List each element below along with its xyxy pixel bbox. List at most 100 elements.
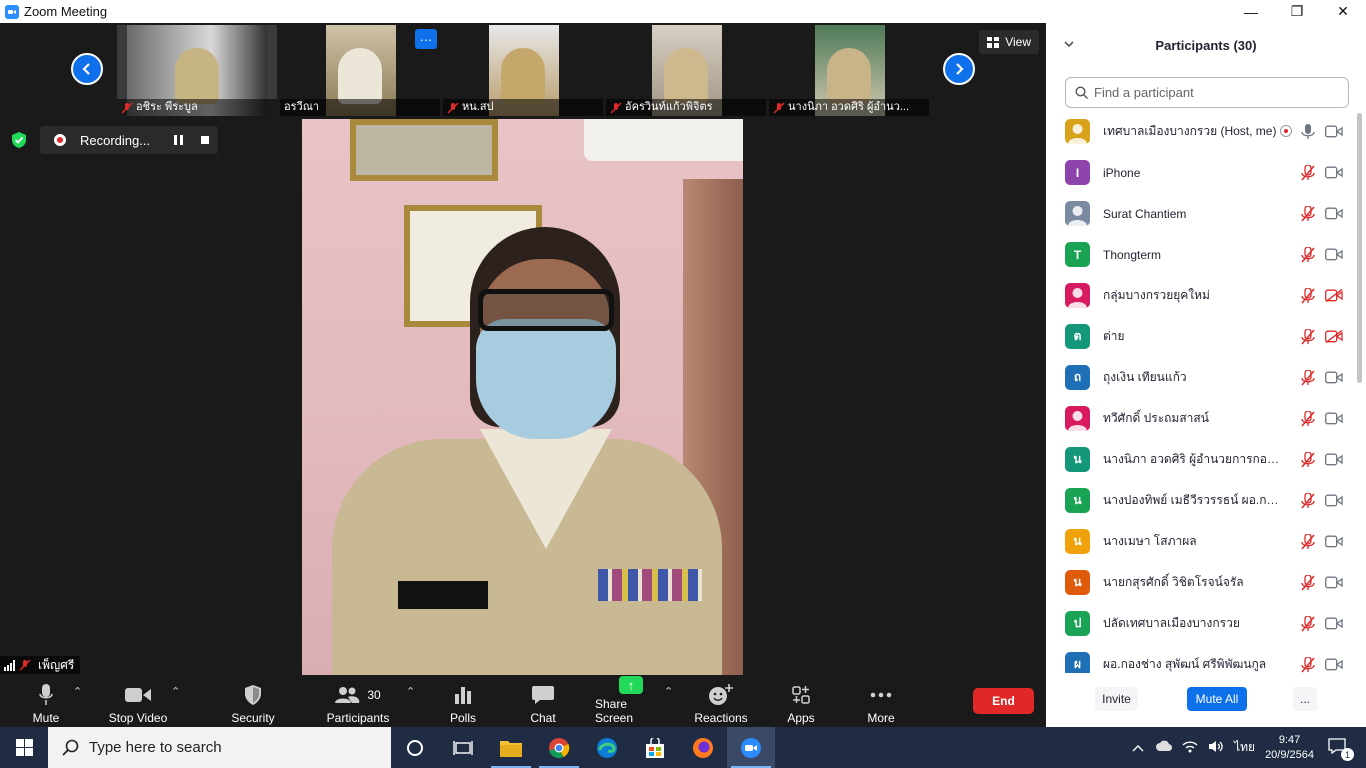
camera-on-icon[interactable]: [1325, 207, 1343, 220]
security-button[interactable]: Security: [226, 677, 280, 725]
participants-button[interactable]: 30 Participants: [323, 677, 393, 725]
stop-video-button[interactable]: Stop Video: [103, 677, 173, 725]
participant-name: นางเมษา โสภาผล: [1103, 534, 1197, 548]
camera-on-icon[interactable]: [1325, 617, 1343, 630]
wifi-icon[interactable]: [1182, 740, 1198, 756]
reactions-button[interactable]: Reactions: [693, 677, 749, 725]
participant-row[interactable]: ต ต่าย: [1046, 316, 1356, 357]
stop-recording-button[interactable]: [201, 136, 209, 144]
mic-off-icon[interactable]: [1301, 369, 1315, 386]
participant-search-input[interactable]: Find a participant: [1065, 77, 1349, 108]
mic-off-icon[interactable]: [1301, 205, 1315, 222]
camera-on-icon[interactable]: [1325, 494, 1343, 507]
polls-button[interactable]: Polls: [442, 677, 484, 725]
video-tile[interactable]: อชิระ พีระบูล: [117, 25, 277, 116]
audio-options-caret[interactable]: ⌃: [73, 685, 82, 698]
camera-on-icon[interactable]: [1325, 535, 1343, 548]
mic-off-icon[interactable]: [1301, 615, 1315, 632]
participant-row[interactable]: ป ปลัดเทศบาลเมืองบางกรวย: [1046, 603, 1356, 644]
notification-center-button[interactable]: 1: [1328, 738, 1354, 761]
camera-off-icon[interactable]: [1325, 288, 1343, 303]
participant-row[interactable]: น นางปองทิพย์ เมธีวีรวรรธน์ ผอ.กองสวัส...: [1046, 480, 1356, 521]
mic-off-icon[interactable]: [1301, 328, 1315, 345]
camera-on-icon[interactable]: [1325, 453, 1343, 466]
video-tile[interactable]: หน.สป: [443, 25, 603, 116]
cortana-button[interactable]: [391, 727, 439, 768]
participant-row[interactable]: น นางเมษา โสภาผล: [1046, 521, 1356, 562]
mic-off-icon[interactable]: [1301, 287, 1315, 304]
close-button[interactable]: ✕: [1320, 0, 1366, 23]
participant-row[interactable]: ผ ผอ.กองช่าง สุพัฒน์ ศรีพิพัฒนกูล: [1046, 644, 1356, 673]
mute-all-button[interactable]: Mute All: [1187, 687, 1247, 711]
end-meeting-button[interactable]: End: [973, 688, 1034, 714]
firefox-taskbar[interactable]: [679, 727, 727, 768]
camera-on-icon[interactable]: [1325, 371, 1343, 384]
input-language-indicator[interactable]: ไทย: [1234, 738, 1255, 757]
participant-avatar: น: [1065, 570, 1090, 595]
mic-off-icon[interactable]: [1301, 656, 1315, 673]
volume-icon[interactable]: [1208, 740, 1224, 756]
participant-row[interactable]: ทวีศักดิ์ ประถมสาสน์: [1046, 398, 1356, 439]
task-view-button[interactable]: [439, 727, 487, 768]
tile-more-button[interactable]: ···: [415, 29, 437, 49]
share-options-caret[interactable]: ⌃: [664, 685, 673, 698]
chrome-taskbar[interactable]: [535, 727, 583, 768]
mic-off-icon[interactable]: [1301, 246, 1315, 263]
chat-button[interactable]: Chat: [523, 677, 563, 725]
camera-off-icon[interactable]: [1325, 329, 1343, 344]
more-button[interactable]: More: [861, 677, 901, 725]
firefox-icon: [693, 737, 713, 758]
security-label: Security: [231, 711, 275, 725]
taskbar-search-box[interactable]: Type here to search: [48, 727, 391, 768]
invite-button[interactable]: Invite: [1095, 687, 1138, 711]
store-taskbar[interactable]: [631, 727, 679, 768]
edge-taskbar[interactable]: [583, 727, 631, 768]
camera-on-icon[interactable]: [1325, 166, 1343, 179]
video-options-caret[interactable]: ⌃: [171, 685, 180, 698]
share-screen-button[interactable]: ↑ Share Screen: [595, 676, 667, 725]
camera-on-icon[interactable]: [1325, 412, 1343, 425]
participant-row[interactable]: น นายกสุรศักดิ์ วิชิตโรจน์จรัล: [1046, 562, 1356, 603]
participant-list-scrollbar[interactable]: [1357, 113, 1362, 383]
mic-off-icon[interactable]: [1301, 492, 1315, 509]
mic-off-icon: [447, 101, 459, 114]
pause-recording-button[interactable]: [174, 135, 183, 145]
participant-row[interactable]: เทศบาลเมืองบางกรวย (Host, me): [1046, 111, 1356, 152]
camera-on-icon[interactable]: [1325, 125, 1343, 138]
previous-page-button[interactable]: [71, 53, 103, 85]
minimize-button[interactable]: —: [1228, 0, 1274, 23]
video-tile[interactable]: อัครวินท์แก้วพิจิตร: [606, 25, 766, 116]
mic-off-icon[interactable]: [1301, 410, 1315, 427]
video-tile[interactable]: นางนิภา อวดศิริ ผู้อำนว...: [769, 25, 929, 116]
start-button[interactable]: [0, 727, 48, 768]
encryption-shield-icon[interactable]: [10, 131, 28, 149]
apps-button[interactable]: Apps: [781, 677, 821, 725]
mic-off-icon[interactable]: [1301, 164, 1315, 181]
participant-row[interactable]: กลุ่มบางกรวยยุคใหม่: [1046, 275, 1356, 316]
camera-on-icon[interactable]: [1325, 658, 1343, 671]
camera-on-icon[interactable]: [1325, 576, 1343, 589]
participant-row[interactable]: T Thongterm: [1046, 234, 1356, 275]
panel-more-button[interactable]: ...: [1293, 687, 1317, 711]
camera-on-icon[interactable]: [1325, 248, 1343, 261]
participant-row[interactable]: ถ ถุงเงิน เทียนแก้ว: [1046, 357, 1356, 398]
mic-off-icon[interactable]: [1301, 533, 1315, 550]
mic-off-icon: [19, 659, 31, 671]
participant-row[interactable]: น นางนิภา อวดศิริ ผู้อำนวยการกองคลัง: [1046, 439, 1356, 480]
zoom-taskbar[interactable]: [727, 727, 775, 768]
show-hidden-icons-button[interactable]: [1132, 741, 1144, 755]
view-button[interactable]: View: [979, 30, 1039, 54]
mic-off-icon[interactable]: [1301, 451, 1315, 468]
next-page-button[interactable]: [943, 53, 975, 85]
video-camera-icon: [125, 682, 151, 708]
participant-row[interactable]: IiPhone: [1046, 152, 1356, 193]
participants-options-caret[interactable]: ⌃: [406, 685, 415, 698]
file-explorer-taskbar[interactable]: [487, 727, 535, 768]
taskbar-clock[interactable]: 9:47 20/9/2564: [1265, 733, 1314, 763]
maximize-button[interactable]: ❐: [1274, 0, 1320, 23]
mic-off-icon[interactable]: [1301, 574, 1315, 591]
mic-on-icon[interactable]: [1301, 124, 1315, 140]
cloud-sync-icon[interactable]: [1156, 740, 1173, 755]
mute-button[interactable]: Mute: [22, 677, 70, 725]
participant-row[interactable]: Surat Chantiem: [1046, 193, 1356, 234]
